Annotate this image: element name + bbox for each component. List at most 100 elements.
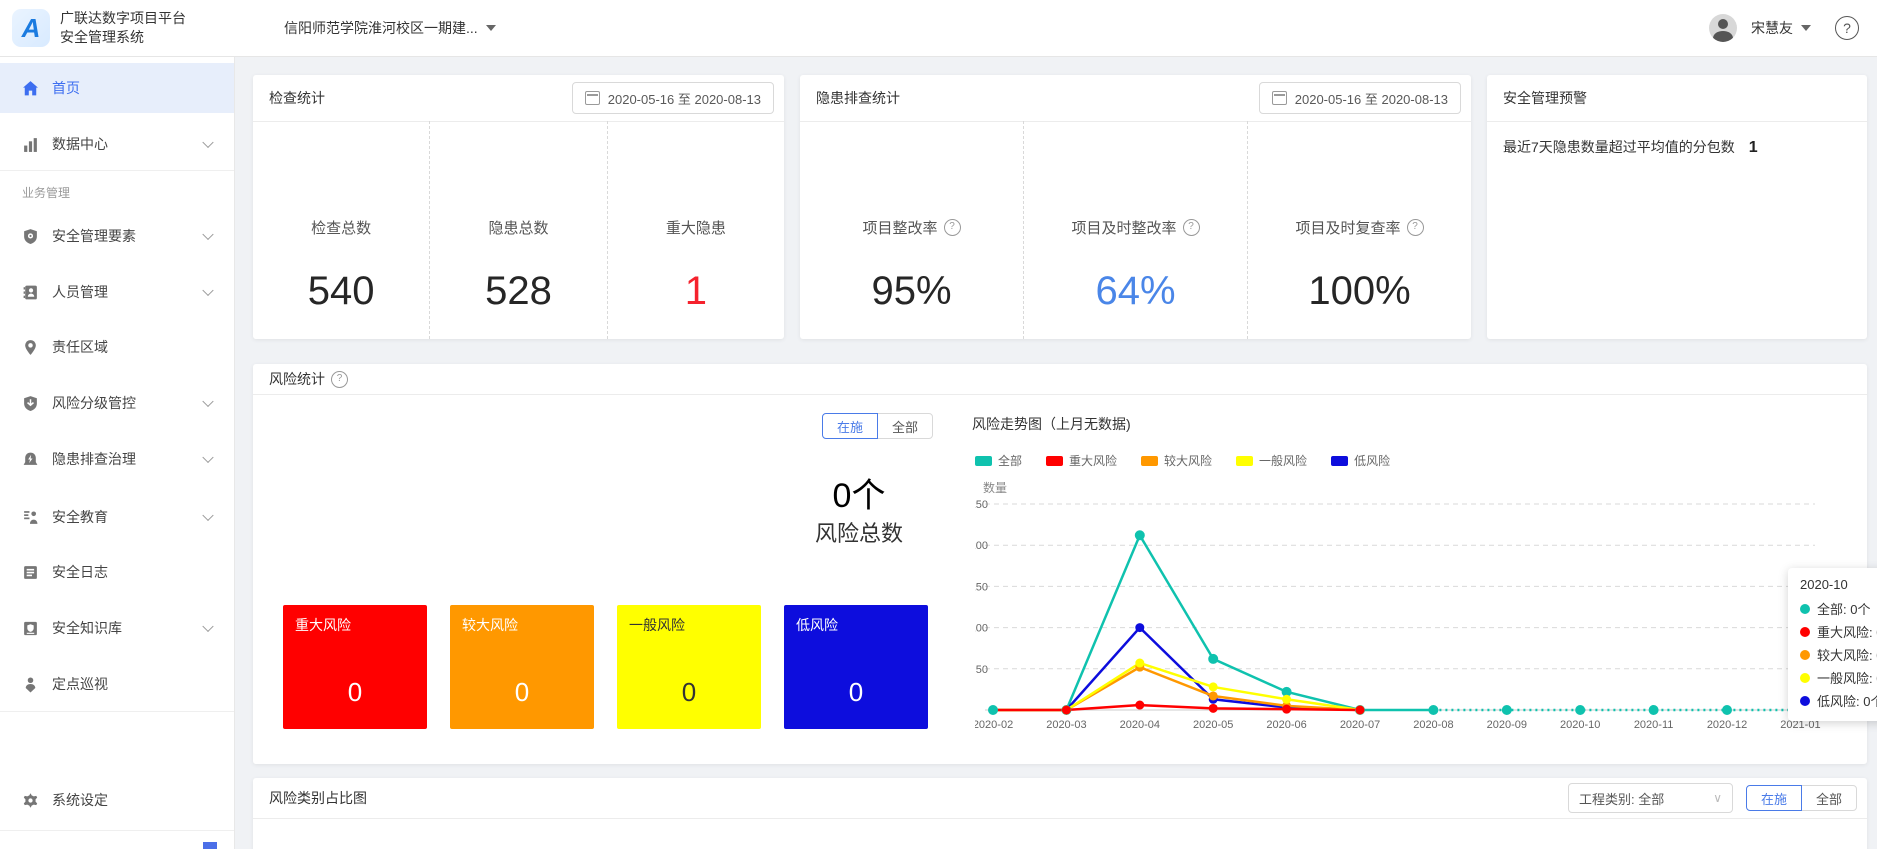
stats-row: 检查总数 540 隐患总数 528 重大隐患 1 (253, 121, 784, 339)
user-menu[interactable]: 宋慧友 (1751, 18, 1811, 38)
toggle-in-progress[interactable]: 在施 (1746, 785, 1802, 811)
svg-text:2020-04: 2020-04 (1120, 719, 1160, 731)
user-avatar-icon[interactable] (1709, 14, 1737, 42)
svg-text:50: 50 (976, 664, 988, 676)
sidebar-item-safety-log[interactable]: 安全日志 (0, 547, 234, 597)
app-logo: A (12, 9, 50, 47)
sidebar-item-label: 首页 (52, 78, 80, 98)
risk-box-label: 重大风险 (295, 615, 351, 635)
sidebar-divider (0, 830, 234, 831)
warning-message: 最近7天隐患数量超过平均值的分包数 (1503, 137, 1735, 157)
stat-value: 1 (608, 269, 784, 314)
stat-value: 64% (1024, 269, 1247, 314)
help-icon[interactable]: ? (1835, 16, 1859, 40)
category-scope-toggle: 在施 全部 (1746, 785, 1857, 811)
stat-total-inspections: 检查总数 540 (253, 121, 429, 339)
tooltip-row: 较大风险: 0个 (1800, 643, 1877, 666)
home-icon (22, 80, 39, 97)
header-right: 宋慧友 ? (1709, 0, 1859, 56)
risk-trend-chart[interactable]: 50 100 150 200 250 2020-02 2020-03 2020-04 2020-… (975, 490, 1867, 750)
stat-label: 检查总数 (253, 217, 429, 238)
shield-gear-icon (22, 228, 39, 245)
chevron-down-icon (202, 137, 213, 148)
sidebar-item-system-settings[interactable]: 系统设定 (0, 775, 234, 825)
sidebar-item-risk-control[interactable]: 风险分级管控 (0, 378, 234, 428)
book-icon (22, 620, 39, 637)
sidebar-item-safety-elements[interactable]: 安全管理要素 (0, 211, 234, 261)
svg-text:2020-07: 2020-07 (1340, 719, 1380, 731)
chevron-down-icon (1801, 25, 1811, 31)
legend-item[interactable]: 低风险 (1331, 452, 1390, 469)
chevron-down-icon (202, 229, 213, 240)
risk-box-major: 重大风险 0 (283, 605, 427, 729)
series-dot (1800, 604, 1810, 614)
series-dot (1800, 650, 1810, 660)
help-icon[interactable]: ? (331, 371, 348, 388)
svg-text:2020-02: 2020-02 (975, 719, 1013, 731)
svg-text:250: 250 (975, 499, 988, 511)
card-title: 隐患排查统计 (816, 88, 900, 108)
sidebar-item-hazard-management[interactable]: 隐患排查治理 (0, 434, 234, 484)
sidebar-divider (0, 711, 234, 712)
risk-box-value: 0 (283, 677, 427, 708)
help-icon[interactable]: ? (1183, 219, 1200, 236)
toggle-all[interactable]: 全部 (877, 413, 933, 439)
card-header: 风险类别占比图 工程类别: 全部 ∨ 在施 全部 (253, 778, 1867, 819)
svg-text:2020-11: 2020-11 (1634, 719, 1674, 731)
tooltip-row: 低风险: 0个 (1800, 689, 1877, 712)
risk-category-card: 风险类别占比图 工程类别: 全部 ∨ 在施 全部 (253, 778, 1867, 849)
project-selector[interactable]: 信阳师范学院淮河校区一期建... (284, 0, 496, 56)
list-icon (22, 564, 39, 581)
svg-text:200: 200 (975, 540, 988, 552)
stat-value: 100% (1248, 269, 1471, 314)
sidebar-item-personnel[interactable]: 人员管理 (0, 267, 234, 317)
sidebar-item-label: 隐患排查治理 (52, 449, 136, 469)
sidebar-item-responsibility-area[interactable]: 责任区域 (0, 322, 234, 372)
calendar-icon (1272, 91, 1287, 105)
svg-text:150: 150 (975, 581, 988, 593)
map-pin-icon (22, 339, 39, 356)
card-header: 检查统计 2020-05-16 至 2020-08-13 (253, 75, 784, 122)
sidebar-item-label: 定点巡视 (52, 674, 108, 694)
brand-title: 广联达数字项目平台 安全管理系统 (60, 9, 186, 47)
trend-chart-title: 风险走势图（上月无数据) (972, 414, 1131, 434)
date-range-picker[interactable]: 2020-05-16 至 2020-08-13 (572, 82, 774, 114)
stat-label: 隐患总数 (430, 217, 606, 238)
toggle-in-progress[interactable]: 在施 (822, 413, 878, 439)
help-icon[interactable]: ? (1407, 219, 1424, 236)
sidebar-item-safety-education[interactable]: 安全教育 (0, 492, 234, 542)
sidebar-item-data-center[interactable]: 数据中心 (0, 119, 234, 169)
date-range-picker[interactable]: 2020-05-16 至 2020-08-13 (1259, 82, 1461, 114)
svg-text:100: 100 (975, 623, 988, 635)
sidebar-item-knowledge-base[interactable]: 安全知识库 (0, 603, 234, 653)
svg-text:2020-03: 2020-03 (1046, 719, 1086, 731)
legend-swatch-icon (1141, 456, 1158, 466)
date-range-value: 2020-05-16 至 2020-08-13 (608, 89, 761, 108)
chevron-down-icon: ∨ (1687, 791, 1722, 805)
help-icon[interactable]: ? (944, 219, 961, 236)
sidebar-item-label: 责任区域 (52, 337, 108, 357)
legend-item[interactable]: 重大风险 (1046, 452, 1117, 469)
education-icon (22, 509, 39, 526)
risk-box-value: 0 (450, 677, 594, 708)
sidebar-item-fixed-patrol[interactable]: 定点巡视 (0, 659, 234, 709)
sidebar-item-home[interactable]: 首页 (0, 63, 234, 113)
floating-widget-stub[interactable] (203, 842, 217, 849)
shield-arrow-icon (22, 395, 39, 412)
legend-item[interactable]: 一般风险 (1236, 452, 1307, 469)
tooltip-row: 全部: 0个 (1800, 597, 1877, 620)
toggle-all[interactable]: 全部 (1801, 785, 1857, 811)
risk-box-label: 较大风险 (462, 615, 518, 635)
brand-line2: 安全管理系统 (60, 28, 186, 47)
safety-dashboard: A 广联达数字项目平台 安全管理系统 信阳师范学院淮河校区一期建... 宋慧友 … (0, 0, 1877, 849)
legend-item[interactable]: 较大风险 (1141, 452, 1212, 469)
stat-rectification-rate: 项目整改率? 95% (800, 121, 1023, 339)
tooltip-title: 2020-10 (1800, 577, 1877, 592)
svg-text:2020-10: 2020-10 (1560, 719, 1600, 731)
project-type-dropdown[interactable]: 工程类别: 全部 ∨ (1568, 783, 1733, 813)
card-header: 风险统计? (253, 364, 1867, 395)
chevron-down-icon (486, 25, 496, 31)
legend-item[interactable]: 全部 (975, 452, 1022, 469)
risk-box-general: 一般风险 0 (617, 605, 761, 729)
patrol-pin-icon (22, 676, 39, 693)
